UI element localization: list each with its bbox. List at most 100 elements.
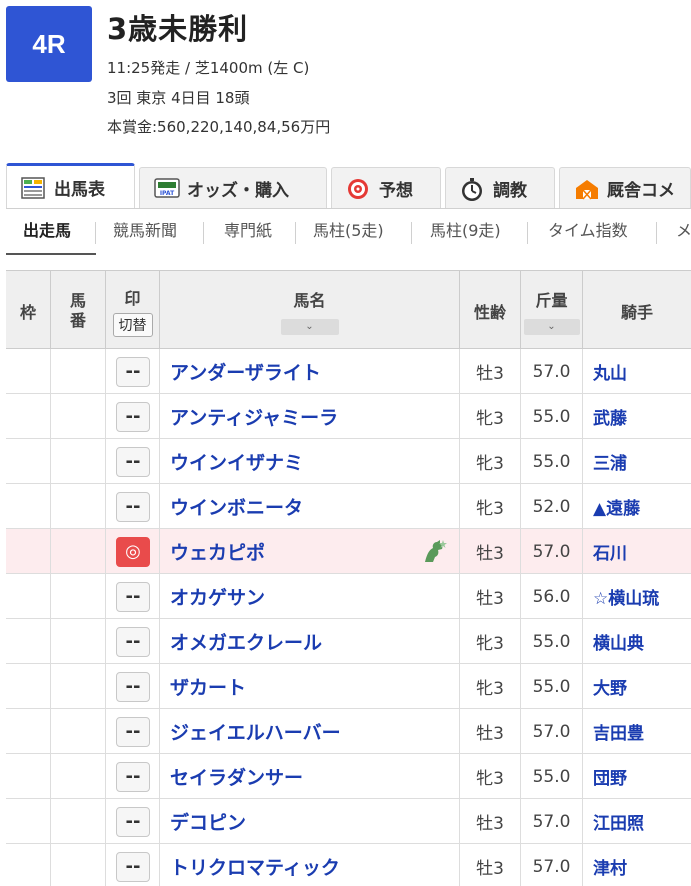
- tab-yoso[interactable]: 予想: [331, 167, 441, 209]
- header-horse-name[interactable]: 馬名 ⌄: [160, 271, 460, 350]
- cell-jockey: 津村: [583, 844, 691, 886]
- tab-shutsubahyo[interactable]: 出馬表: [6, 163, 135, 209]
- mark-switch-button[interactable]: 切替: [112, 312, 153, 337]
- subtab-separator: [527, 222, 528, 244]
- subtab-keiba-shinbun[interactable]: 競馬新聞: [113, 219, 177, 243]
- mark-toggle-button[interactable]: --: [116, 716, 150, 747]
- weight-value: 57.0: [532, 541, 571, 562]
- horse-name-link[interactable]: ウェカピポ: [170, 538, 265, 565]
- cell-umaban: [51, 349, 106, 394]
- cell-waku: [6, 529, 51, 574]
- cell-mark: --: [106, 574, 160, 619]
- sort-chevron-down-icon[interactable]: ⌄: [523, 318, 580, 335]
- horse-name-link[interactable]: オカゲサン: [170, 583, 265, 610]
- mark-toggle-button[interactable]: --: [116, 761, 150, 792]
- horse-name-link[interactable]: アンティジャミーラ: [170, 403, 338, 430]
- cell-waku: [6, 664, 51, 709]
- horse-name-link[interactable]: アンダーザライト: [170, 358, 321, 385]
- jockey-link[interactable]: 横山典: [593, 629, 644, 654]
- cell-umaban: [51, 844, 106, 886]
- subtab-shusso[interactable]: 出走馬: [23, 219, 71, 243]
- jockey-link[interactable]: 大野: [593, 674, 627, 699]
- cell-weight: 55.0: [521, 439, 583, 484]
- cell-weight: 57.0: [521, 799, 583, 844]
- cell-weight: 55.0: [521, 664, 583, 709]
- table-row: -- ウインイザナミ 牝3 55.0 三浦: [6, 439, 691, 484]
- tab-chokyo[interactable]: 調教: [445, 167, 555, 209]
- jockey-link[interactable]: ▲遠藤: [593, 494, 640, 519]
- subtab-umabashira-5[interactable]: 馬柱(5走): [313, 219, 384, 243]
- mark-toggle-button[interactable]: --: [116, 491, 150, 522]
- sexage-value: 牡3: [476, 364, 504, 384]
- main-tabs: 出馬表 IPAT オッズ・購入 予想 調教 厩舎コメ: [6, 163, 691, 209]
- mark-toggle-button[interactable]: --: [116, 626, 150, 657]
- horse-name-link[interactable]: ザカート: [170, 673, 246, 700]
- target-icon: [346, 178, 370, 200]
- header-label: 斤量: [535, 290, 568, 310]
- jockey-link[interactable]: 吉田豊: [593, 719, 644, 744]
- horse-name-link[interactable]: ジェイエルハーバー: [170, 718, 341, 745]
- cell-jockey: ▲遠藤: [583, 484, 691, 529]
- cell-horse-name: ウインイザナミ: [160, 439, 460, 484]
- header-sexage[interactable]: 性齢: [460, 271, 521, 350]
- horse-name-link[interactable]: セイラダンサー: [170, 763, 303, 790]
- jockey-link[interactable]: ☆横山琉: [593, 584, 659, 609]
- tab-odds[interactable]: IPAT オッズ・購入: [139, 167, 327, 209]
- cell-umaban: [51, 799, 106, 844]
- table-row: -- オカゲサン 牡3 56.0 ☆横山琉: [6, 574, 691, 619]
- jockey-link[interactable]: 石川: [593, 539, 627, 564]
- jockey-link[interactable]: 丸山: [593, 359, 627, 384]
- sexage-value: 牝3: [476, 409, 504, 429]
- cell-horse-name: オカゲサン: [160, 574, 460, 619]
- cell-horse-name: ザカート: [160, 664, 460, 709]
- entry-table-header: 枠 馬番 印 切替 馬名 ⌄ 性齢 斤量 ⌄ 騎手: [6, 270, 691, 350]
- sexage-value: 牝3: [476, 769, 504, 789]
- mark-toggle-button[interactable]: --: [116, 356, 150, 387]
- cell-jockey: 石川: [583, 529, 691, 574]
- cell-weight: 55.0: [521, 754, 583, 799]
- mark-toggle-button[interactable]: --: [116, 581, 150, 612]
- subtab-umabashira-9[interactable]: 馬柱(9走): [430, 219, 501, 243]
- cell-jockey: 武藤: [583, 394, 691, 439]
- weight-value: 55.0: [532, 631, 571, 652]
- horse-name-link[interactable]: ウインイザナミ: [170, 448, 303, 475]
- sub-tabs: 出走馬 競馬新聞 専門紙 馬柱(5走) 馬柱(9走) タイム指数 メ: [6, 213, 691, 253]
- header-umaban[interactable]: 馬番: [51, 271, 106, 350]
- cell-weight: 52.0: [521, 484, 583, 529]
- mark-toggle-button[interactable]: --: [116, 446, 150, 477]
- sort-chevron-down-icon[interactable]: ⌄: [280, 318, 339, 335]
- mark-toggle-button[interactable]: --: [116, 401, 150, 432]
- tabs-divider: [6, 208, 691, 209]
- tab-kyusha-comment[interactable]: 厩舎コメ: [559, 167, 691, 209]
- header-waku[interactable]: 枠: [6, 271, 51, 350]
- horse-name-link[interactable]: トリクロマティック: [170, 853, 340, 880]
- mark-toggle-button[interactable]: --: [116, 671, 150, 702]
- horse-name-link[interactable]: オメガエクレール: [170, 628, 322, 655]
- cell-horse-name: ウインボニータ: [160, 484, 460, 529]
- horse-name-link[interactable]: デコピン: [170, 808, 246, 835]
- cell-weight: 55.0: [521, 619, 583, 664]
- header-weight[interactable]: 斤量 ⌄: [521, 271, 583, 350]
- cell-umaban: [51, 484, 106, 529]
- jockey-link[interactable]: 団野: [593, 764, 627, 789]
- stable-icon: [574, 178, 598, 200]
- mark-toggle-button[interactable]: --: [116, 851, 150, 882]
- tab-label: 厩舎コメ: [607, 181, 675, 201]
- weight-value: 52.0: [532, 496, 571, 517]
- ipat-icon: IPAT: [154, 177, 180, 200]
- subtab-more[interactable]: メ: [676, 219, 691, 243]
- jockey-link[interactable]: 三浦: [593, 449, 627, 474]
- header-jockey[interactable]: 騎手: [583, 271, 691, 350]
- race-start-info: 11:25発走 / 芝1400m (左 C): [107, 59, 310, 77]
- jockey-link[interactable]: 武藤: [593, 404, 627, 429]
- subtab-time-index[interactable]: タイム指数: [548, 219, 628, 243]
- jockey-link[interactable]: 江田照: [593, 809, 644, 834]
- weight-value: 55.0: [532, 451, 571, 472]
- horse-name-link[interactable]: ウインボニータ: [170, 493, 303, 520]
- cell-umaban: [51, 709, 106, 754]
- sexage-value: 牝3: [476, 679, 504, 699]
- mark-toggle-button[interactable]: ◎: [116, 536, 150, 567]
- jockey-link[interactable]: 津村: [593, 854, 627, 879]
- mark-toggle-button[interactable]: --: [116, 806, 150, 837]
- subtab-senmonshi[interactable]: 専門紙: [224, 219, 272, 243]
